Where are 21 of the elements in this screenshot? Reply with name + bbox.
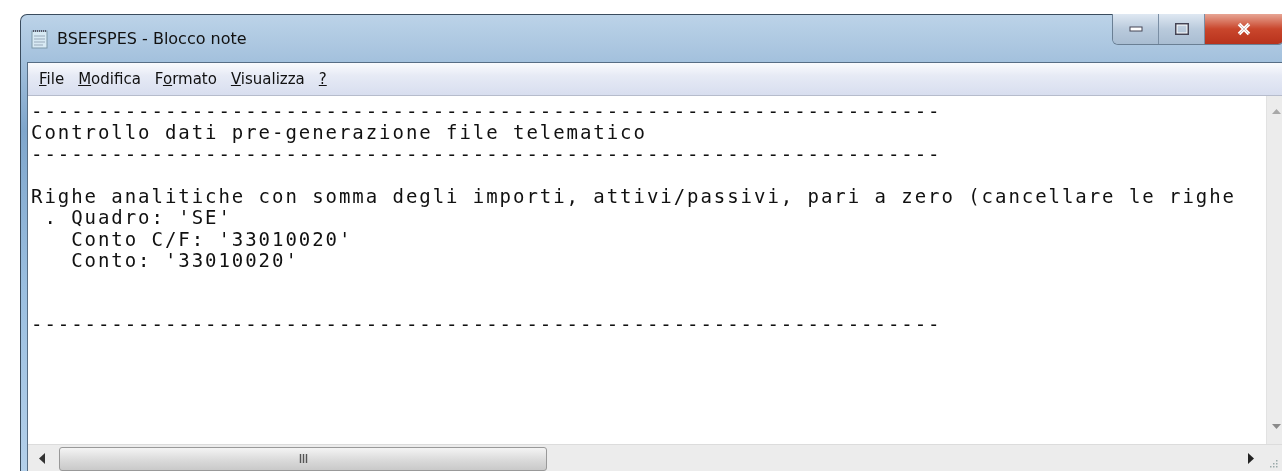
scrollbar-thumb[interactable] <box>59 446 547 471</box>
close-button[interactable] <box>1205 14 1282 44</box>
scroll-right-icon[interactable] <box>1248 453 1254 464</box>
menu-item[interactable]: File <box>32 68 72 90</box>
scroll-up-icon[interactable] <box>1271 108 1282 114</box>
window-title: BSEFSPES - Blocco note <box>57 29 247 48</box>
maximize-button[interactable] <box>1159 14 1205 44</box>
vertical-scrollbar[interactable] <box>1266 96 1282 444</box>
maximize-icon <box>1174 23 1189 35</box>
scroll-down-icon[interactable] <box>1271 424 1282 430</box>
menu-item[interactable]: Modifica <box>71 68 148 90</box>
menu-item[interactable]: ? <box>311 68 334 90</box>
scroll-left-icon[interactable] <box>39 453 45 464</box>
minimize-icon <box>1128 26 1143 32</box>
resize-grip-icon[interactable] <box>1268 458 1278 468</box>
grip-icon <box>298 454 308 463</box>
notepad-icon <box>31 28 49 49</box>
document-text[interactable]: -------------------------------------------------------------------- Controllo dati pre-generazione file telematico -------------------------------------------------------------------- Righe analitiche con somma degli importi, attivi/passivi, pari a zero (cancellare le righe . Quadro: 'SE' Conto C/F: '33010020' Conto: '33010020' -------------------------------------------------------------------- <box>28 96 1266 444</box>
close-icon <box>1236 22 1252 36</box>
menu-item[interactable]: Formato <box>147 68 224 90</box>
menu-item[interactable]: Visualizza <box>223 68 312 90</box>
